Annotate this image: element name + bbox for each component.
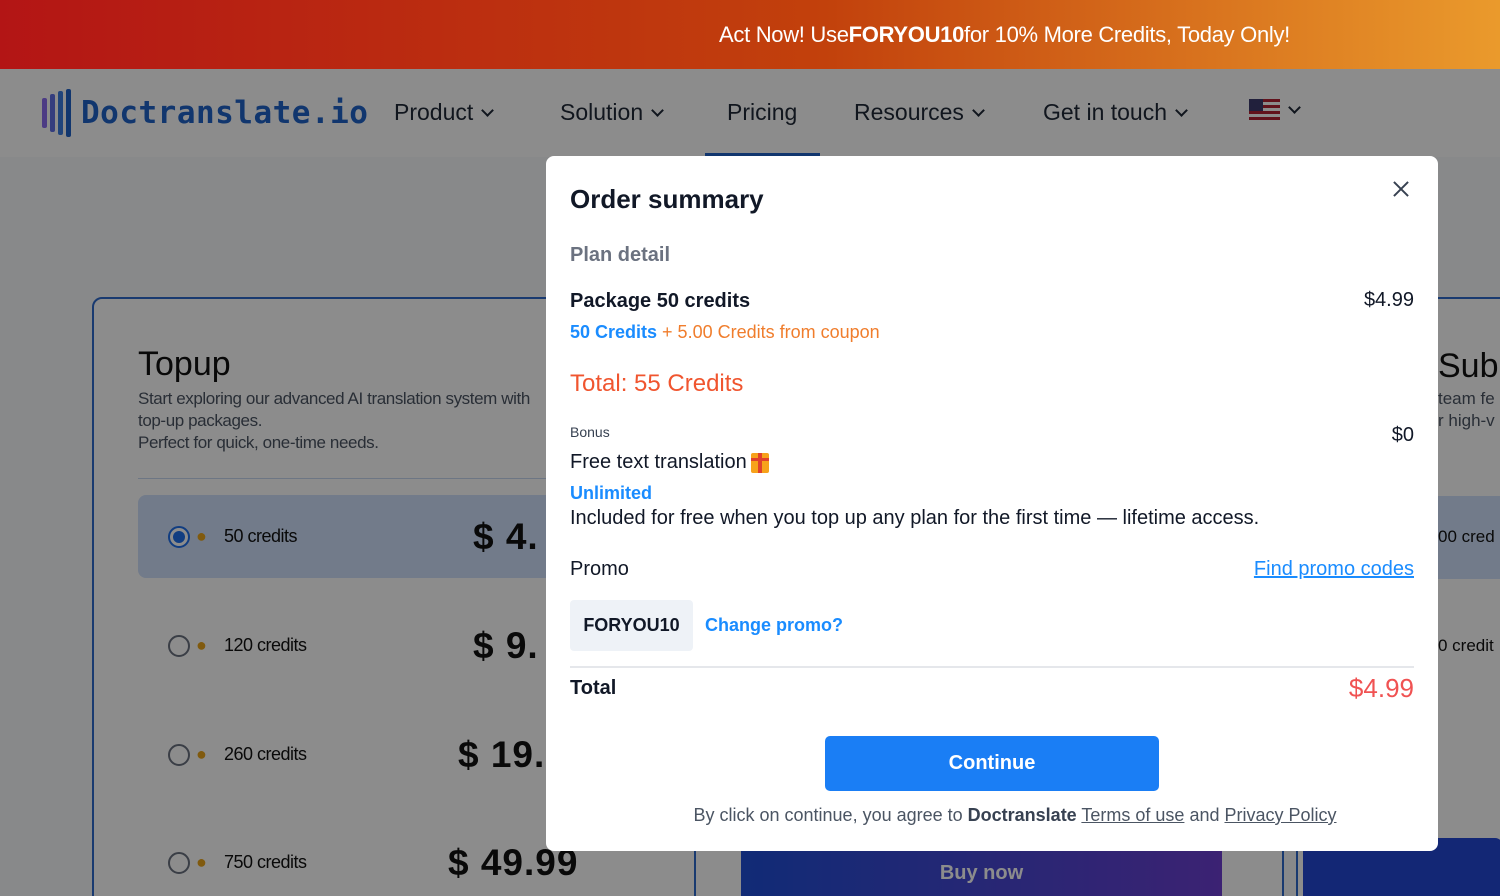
promo-banner: Act Now! Use FORYOU10 for 10% More Credi… <box>0 0 1500 69</box>
continue-button[interactable]: Continue <box>825 736 1159 791</box>
total-credits: Total: 55 Credits <box>570 370 744 397</box>
terms-of-use-link[interactable]: Terms of use <box>1081 805 1184 825</box>
agree-prefix: By click on continue, you agree to <box>693 805 968 825</box>
package-price: $4.99 <box>1363 289 1414 311</box>
bonus-label: Bonus <box>570 424 610 440</box>
agree-brand: Doctranslate <box>967 805 1077 825</box>
banner-code: FORYOU10 <box>848 21 965 47</box>
plan-detail-heading: Plan detail <box>570 244 671 266</box>
coupon-credits: + 5.00 Credits from coupon <box>657 322 880 342</box>
promo-code-chip: FORYOU10 <box>570 600 693 651</box>
total-price: $4.99 <box>1348 673 1414 703</box>
total-label: Total <box>570 677 617 699</box>
agree-and: and <box>1184 805 1225 825</box>
modal-title: Order summary <box>570 184 764 214</box>
bonus-tag: Unlimited <box>570 483 653 503</box>
divider <box>570 666 1414 668</box>
gift-icon <box>750 452 769 473</box>
find-promo-codes-link[interactable]: Find promo codes <box>1254 558 1414 581</box>
banner-prefix: Act Now! Use <box>719 21 849 47</box>
order-summary-modal: Order summary Plan detail Package 50 cre… <box>546 156 1438 851</box>
bonus-name: Free text translation <box>570 451 769 474</box>
close-icon[interactable] <box>1390 178 1412 200</box>
package-credits: 50 Credits + 5.00 Credits from coupon <box>570 322 880 343</box>
agreement-text: By click on continue, you agree to Doctr… <box>546 805 1438 826</box>
bonus-description: Included for free when you top up any pl… <box>570 507 1260 529</box>
promo-label: Promo <box>570 558 629 580</box>
bonus-price: $0 <box>1391 424 1414 446</box>
base-credits: 50 Credits <box>570 322 658 342</box>
change-promo-link[interactable]: Change promo? <box>705 615 843 636</box>
banner-suffix: for 10% More Credits, Today Only! <box>964 21 1290 47</box>
package-name: Package 50 credits <box>570 290 751 312</box>
bonus-name-text: Free text translation <box>570 451 747 473</box>
privacy-policy-link[interactable]: Privacy Policy <box>1224 805 1336 825</box>
